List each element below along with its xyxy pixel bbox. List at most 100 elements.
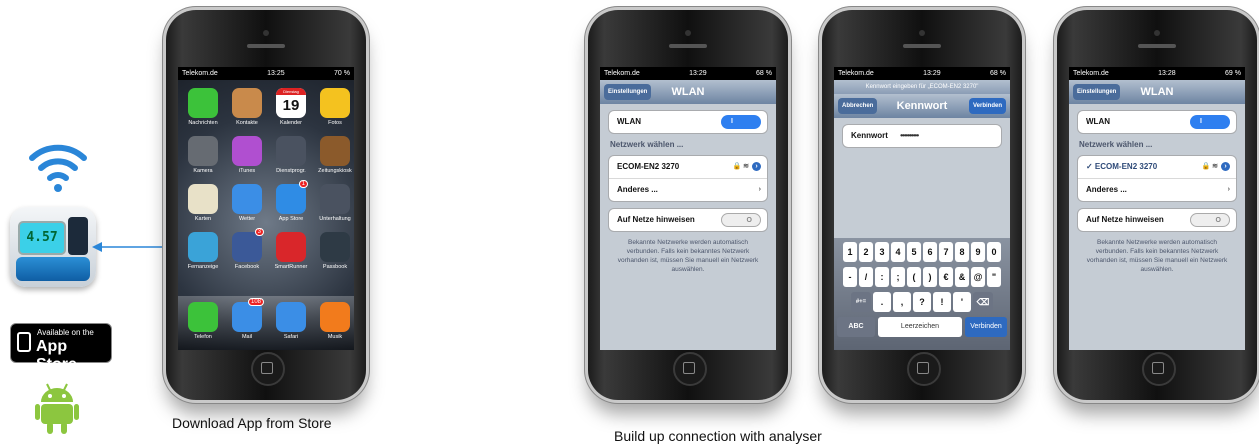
key[interactable]: ): [923, 267, 937, 287]
app-messages[interactable]: Nachrichten: [184, 88, 222, 126]
delete-key[interactable]: ⌫: [973, 292, 993, 312]
key[interactable]: 4: [891, 242, 905, 262]
caption-download: Download App from Store: [172, 415, 332, 431]
app-calendar[interactable]: Dienstag 19 Kalender: [272, 88, 310, 126]
app-safari[interactable]: Safari: [272, 302, 310, 350]
app-label: Fernanzeige: [187, 264, 219, 270]
other-network-row[interactable]: Anderes ... ›: [609, 178, 767, 201]
app-dock: Telefon 108 Mail Safari Musik: [178, 296, 354, 350]
home-button[interactable]: [907, 352, 941, 386]
network-row[interactable]: ✓ ECOM-EN2 3270 🔒 ≋ ›: [1078, 156, 1236, 178]
calendar-weekday: Dienstag: [276, 88, 306, 95]
app-contacts[interactable]: Kontakte: [228, 88, 266, 126]
front-camera: [1154, 30, 1160, 36]
key[interactable]: ,: [893, 292, 911, 312]
app-appstore[interactable]: 1 App Store: [272, 180, 310, 222]
password-group: Kennwort ••••••••••: [842, 124, 1002, 148]
device-slot: [68, 217, 88, 255]
nav-title: Kennwort: [896, 100, 948, 112]
key[interactable]: 8: [955, 242, 969, 262]
key[interactable]: 3: [875, 242, 889, 262]
app-entertainment-folder[interactable]: Unterhaltung: [316, 184, 354, 222]
app-mail[interactable]: 108 Mail: [228, 298, 266, 350]
other-network-label: Anderes ...: [617, 185, 658, 194]
notification-badge: 1: [298, 180, 308, 188]
front-camera: [263, 30, 269, 36]
key[interactable]: 5: [907, 242, 921, 262]
key[interactable]: 6: [923, 242, 937, 262]
key[interactable]: 2: [859, 242, 873, 262]
connect-button[interactable]: Verbinden: [968, 98, 1006, 114]
wlan-toggle[interactable]: I: [1190, 115, 1230, 129]
key[interactable]: 1: [843, 242, 857, 262]
status-bar: Telekom.de 13:29 68 %: [600, 67, 776, 80]
app-facebook[interactable]: 3 Facebook: [228, 228, 266, 270]
app-weather[interactable]: Wetter: [228, 184, 266, 222]
app-remote-display-app[interactable]: Fernanzeige: [184, 232, 222, 270]
app-phone[interactable]: Telefon: [184, 302, 222, 350]
contacts-icon: [232, 88, 262, 118]
other-network-row[interactable]: Anderes ... ›: [1078, 178, 1236, 201]
key[interactable]: 7: [939, 242, 953, 262]
app-passbook[interactable]: Passbook: [316, 232, 354, 270]
key[interactable]: ;: [891, 267, 905, 287]
home-button[interactable]: [251, 352, 285, 386]
carrier-label: Telekom.de: [604, 70, 640, 77]
app-utilities-folder[interactable]: Dienstprogr.: [272, 136, 310, 174]
app-label: Musik: [327, 334, 343, 340]
wlan-toggle[interactable]: I: [721, 115, 761, 129]
key[interactable]: ?: [913, 292, 931, 312]
app-label: Mail: [241, 334, 253, 340]
key[interactable]: ': [953, 292, 971, 312]
key[interactable]: .: [873, 292, 891, 312]
home-screen: Telekom.de 13:25 70 % Nachrichten Kontakt…: [178, 67, 354, 350]
app-newsstand[interactable]: Zeitungskiosk: [316, 136, 354, 174]
back-button[interactable]: Einstellungen: [1073, 84, 1121, 100]
password-input[interactable]: ••••••••••: [900, 131, 919, 140]
utilities-folder-icon: [276, 136, 306, 166]
wlan-row: WLAN I: [609, 111, 767, 133]
key[interactable]: &: [955, 267, 969, 287]
key[interactable]: @: [971, 267, 985, 287]
app-label: Zeitungskiosk: [318, 168, 352, 174]
key[interactable]: (: [907, 267, 921, 287]
nav-title: WLAN: [671, 86, 705, 98]
key[interactable]: 0: [987, 242, 1001, 262]
home-button[interactable]: [1142, 352, 1176, 386]
front-camera: [919, 30, 925, 36]
wlan-label: WLAN: [617, 117, 641, 126]
key[interactable]: -: [843, 267, 857, 287]
ask-toggle[interactable]: O: [721, 213, 761, 227]
app-camera[interactable]: Kamera: [184, 136, 222, 174]
app-itunes[interactable]: iTunes: [228, 136, 266, 174]
ask-toggle[interactable]: O: [1190, 213, 1230, 227]
app-photos[interactable]: Fotos: [316, 88, 354, 126]
calendar-day: 19: [282, 97, 300, 114]
app-maps[interactable]: Karten: [184, 184, 222, 222]
app-store-badge[interactable]: Available on the App Store: [10, 323, 112, 373]
password-row[interactable]: Kennwort ••••••••••: [843, 125, 1001, 147]
cancel-button[interactable]: Abbrechen: [838, 98, 878, 114]
space-key[interactable]: Leerzeichen: [878, 317, 962, 337]
app-smartrunner[interactable]: SmartRunner: [272, 232, 310, 270]
enter-key[interactable]: Verbinden: [965, 317, 1007, 337]
key[interactable]: :: [875, 267, 889, 287]
symbols-key[interactable]: #+=: [851, 292, 871, 312]
app-grid: Nachrichten Kontakte Dienstag 19 Kalender Fot…: [178, 80, 354, 270]
key[interactable]: ": [987, 267, 1001, 287]
back-button[interactable]: Einstellungen: [604, 84, 652, 100]
key[interactable]: !: [933, 292, 951, 312]
caption-connect: Build up connection with analyser: [614, 428, 822, 444]
network-row[interactable]: ECOM-EN2 3270 🔒 ≋ ›: [609, 156, 767, 178]
key[interactable]: 9: [971, 242, 985, 262]
networks-group: ✓ ECOM-EN2 3270 🔒 ≋ › Anderes ... ›: [1077, 155, 1237, 202]
key[interactable]: €: [939, 267, 953, 287]
numeric-keyboard: 1234567890 - /:;() € & @ " #+= .,?! ' ⌫ ABC Le…: [834, 238, 1010, 350]
key[interactable]: /: [859, 267, 873, 287]
network-info-icon[interactable]: ›: [752, 162, 761, 171]
home-button[interactable]: [673, 352, 707, 386]
abc-key[interactable]: ABC: [837, 317, 875, 337]
network-info-icon[interactable]: ›: [1221, 162, 1230, 171]
photos-icon: [320, 88, 350, 118]
app-music[interactable]: Musik: [316, 302, 354, 350]
